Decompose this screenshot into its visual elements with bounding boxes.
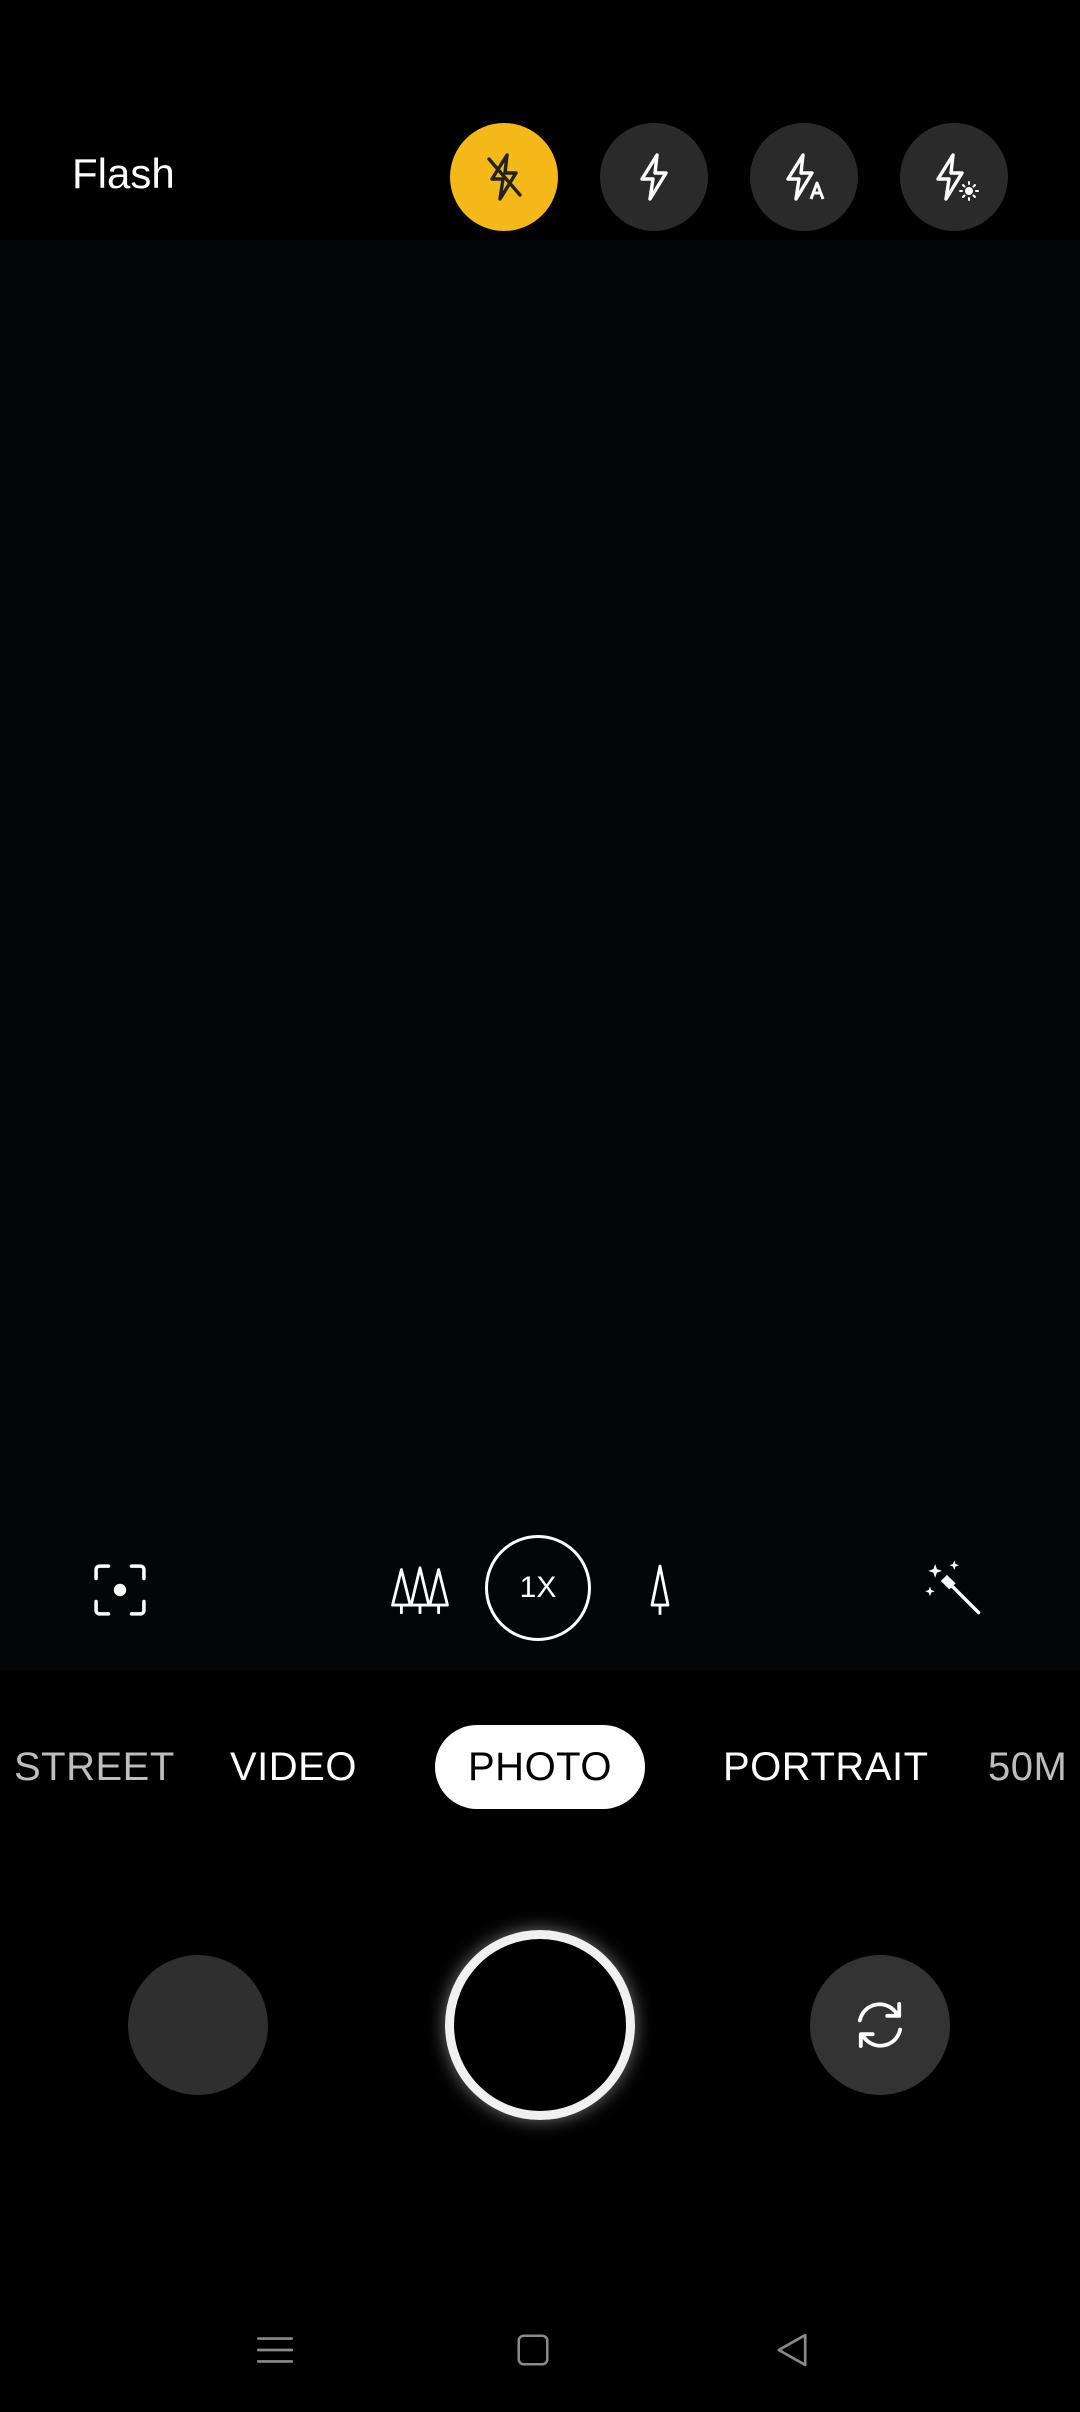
mode-50m[interactable]: 50M	[988, 1725, 1080, 1809]
home-button[interactable]	[503, 2320, 563, 2380]
wide-angle-trees-icon	[391, 1566, 449, 1614]
wide-angle-button[interactable]	[385, 1555, 455, 1625]
gallery-thumbnail[interactable]	[128, 1955, 268, 2095]
magic-wand-icon	[925, 1560, 981, 1615]
flash-on-icon	[640, 153, 668, 201]
flash-label: Flash	[72, 150, 175, 197]
ai-enhance-button[interactable]	[918, 1552, 994, 1628]
flash-off-button[interactable]	[450, 123, 558, 231]
back-icon	[777, 2333, 807, 2367]
switch-camera-icon	[857, 2002, 903, 2048]
switch-camera-button[interactable]	[810, 1955, 950, 2095]
telephoto-button[interactable]	[625, 1555, 695, 1625]
system-nav-bar	[0, 2290, 1080, 2412]
telephoto-tree-icon	[650, 1564, 670, 1615]
mode-portrait[interactable]: PORTRAIT	[723, 1725, 929, 1809]
viewfinder[interactable]	[0, 240, 1080, 1670]
flash-fill-light-button[interactable]	[900, 123, 1008, 231]
mode-street[interactable]: STREET	[14, 1725, 175, 1809]
flash-on-button[interactable]	[600, 123, 708, 231]
flash-auto-icon	[786, 153, 825, 201]
focus-icon	[94, 1564, 146, 1616]
back-button[interactable]	[762, 2320, 822, 2380]
shutter-button[interactable]	[445, 1930, 635, 2120]
flash-auto-button[interactable]	[750, 123, 858, 231]
focus-mode-button[interactable]	[85, 1555, 155, 1625]
flash-fill-light-icon	[936, 153, 979, 201]
recent-apps-button[interactable]	[245, 2320, 305, 2380]
flash-off-icon	[487, 153, 522, 201]
camera-screen: Flash 1X STREET VIDEO PHOTO PORTRAIT 50M	[0, 0, 1080, 2412]
zoom-1x-button[interactable]: 1X	[485, 1535, 591, 1641]
mode-photo[interactable]: PHOTO	[435, 1725, 646, 1809]
menu-icon	[256, 2337, 294, 2363]
mode-video[interactable]: VIDEO	[230, 1725, 357, 1809]
mode-selector: STREET VIDEO PHOTO PORTRAIT 50M	[0, 1725, 1080, 1815]
home-icon	[517, 2334, 549, 2366]
flash-bar: Flash	[0, 0, 1080, 240]
